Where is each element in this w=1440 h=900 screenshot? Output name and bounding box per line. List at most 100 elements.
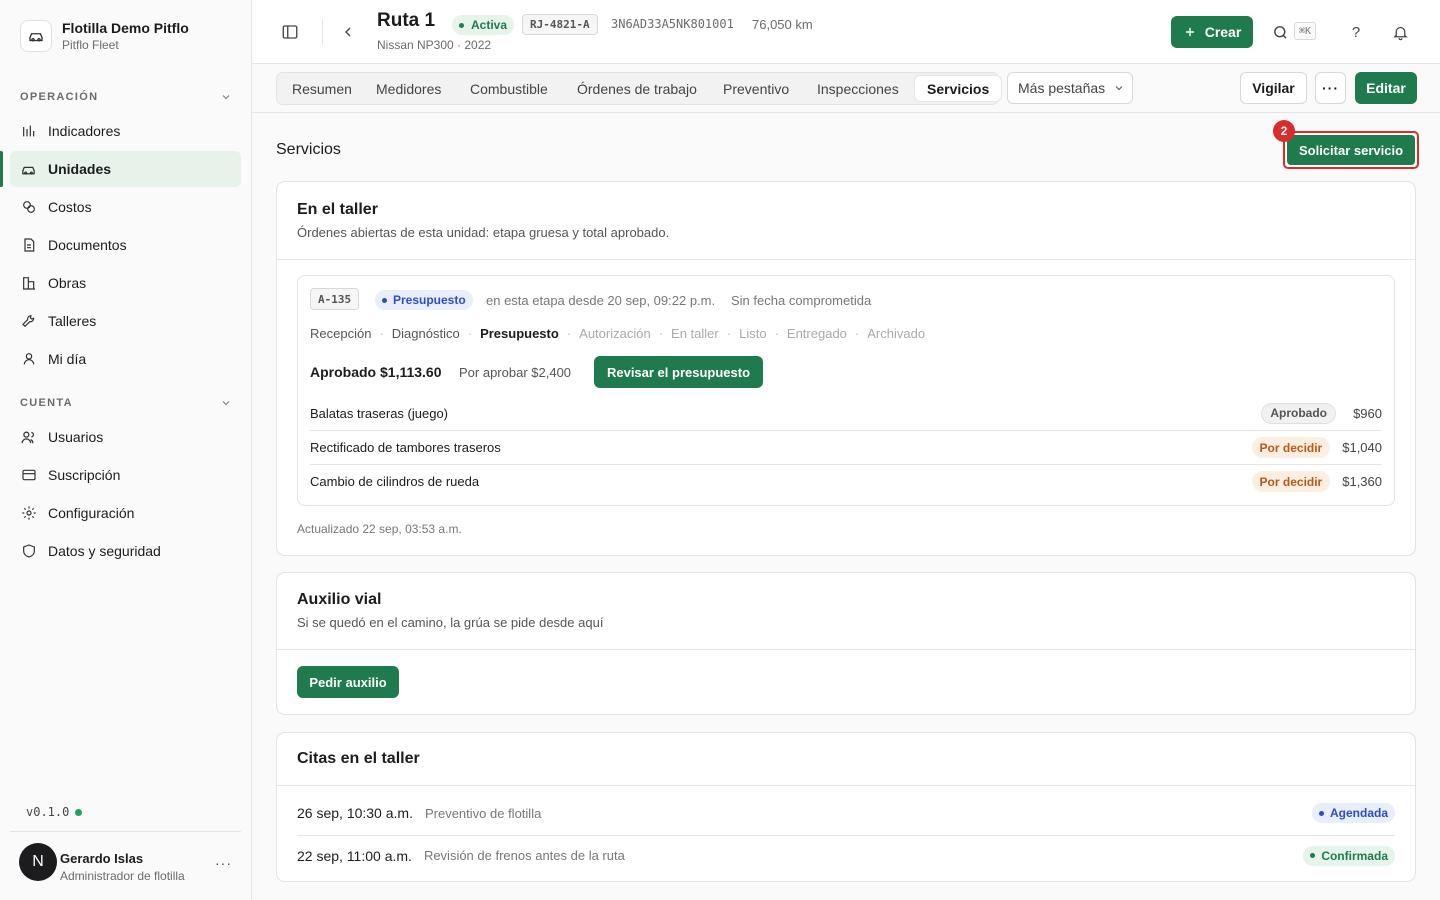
car-icon	[20, 161, 37, 178]
stage-step: Diagnóstico	[391, 326, 460, 341]
user-name: Gerardo Islas	[60, 851, 144, 866]
org-sub: Pitflo Fleet	[62, 38, 119, 52]
search-shortcut: ⌘K	[1294, 22, 1317, 40]
request-service-button[interactable]: Solicitar servicio	[1287, 135, 1415, 165]
watch-button[interactable]: Vigilar	[1240, 72, 1307, 104]
divider	[277, 259, 1415, 260]
org-switcher[interactable]: Flotilla Demo Pitflo Pitflo Fleet	[20, 19, 189, 53]
section-operation-label: OPERACIÓN	[20, 91, 99, 103]
help-icon[interactable]: ?	[1346, 21, 1366, 43]
edit-button[interactable]: Editar	[1355, 72, 1417, 104]
sidebar-item-unidades[interactable]: Unidades	[10, 151, 241, 187]
header: Ruta 1 Activa RJ-4821-A 3N6AD33A5NK80100…	[252, 0, 1440, 64]
stage-step: Entregado	[786, 326, 847, 341]
more-tabs-dropdown[interactable]: Más pestañas	[1007, 72, 1133, 104]
tab-inspecciones[interactable]: Inspecciones	[805, 76, 911, 101]
chevron-down-icon	[222, 401, 230, 406]
sidebar-item-indicadores[interactable]: Indicadores	[10, 113, 241, 149]
avatar: N	[19, 843, 57, 881]
tab-medidores[interactable]: Medidores	[364, 76, 453, 101]
shield-icon	[20, 543, 37, 560]
sidebar-item-label: Obras	[48, 275, 87, 291]
roadside-card: Auxilio vial Si se quedó en el camino, l…	[276, 572, 1416, 715]
tab-combustible[interactable]: Combustible	[458, 76, 560, 101]
chevron-down-icon	[1115, 86, 1123, 91]
appointment-date: 22 sep, 11:00 a.m.	[297, 847, 412, 864]
appointment-description: Preventivo de flotilla	[424, 805, 542, 821]
approved-total: Aprobado $1,113.60	[310, 364, 442, 380]
budget-line: Balatas traseras (juego) Aprobado $960	[310, 396, 1382, 430]
sidebar-item-label: Costos	[48, 199, 92, 215]
sidebar-item-talleres[interactable]: Talleres	[10, 303, 241, 339]
step-separator: ·	[854, 326, 860, 341]
sidebar-item-obras[interactable]: Obras	[10, 265, 241, 301]
sidebar-item-costos[interactable]: Costos	[10, 189, 241, 225]
appointment-row[interactable]: 22 sep, 11:00 a.m. Revisión de frenos ant…	[297, 835, 1395, 875]
section-operation[interactable]: OPERACIÓN	[20, 91, 232, 103]
back-icon[interactable]	[336, 20, 360, 44]
sidebar-item-label: Configuración	[48, 505, 135, 521]
tab-servicios[interactable]: Servicios	[915, 76, 1002, 101]
sidebar-item-suscripción[interactable]: Suscripción	[10, 457, 241, 493]
stage-step: Recepción	[310, 326, 372, 341]
line-name: Rectificado de tambores traseros	[310, 440, 501, 455]
roadside-title: Auxilio vial	[297, 591, 382, 608]
line-status-badge: Por decidir	[1251, 437, 1331, 458]
users-icon	[20, 429, 37, 446]
car-logo-icon	[20, 20, 52, 52]
appointment-status-badge: Agendada	[1311, 803, 1395, 823]
create-button[interactable]: Crear	[1171, 16, 1253, 48]
sidebar-item-mi-día[interactable]: Mi día	[10, 341, 241, 377]
sidebar-item-label: Datos y seguridad	[48, 543, 161, 559]
divider	[277, 649, 1415, 650]
sidebar-item-datos-y-seguridad[interactable]: Datos y seguridad	[10, 533, 241, 569]
appointment-status-label: Agendada	[1329, 806, 1388, 820]
search-icon[interactable]	[1270, 22, 1290, 42]
order-code: A-135	[310, 288, 360, 310]
tab-órdenes-de-trabajo[interactable]: Órdenes de trabajo	[565, 76, 709, 101]
roadside-button[interactable]: Pedir auxilio	[297, 666, 399, 698]
budget-line: Cambio de cilindros de rueda Por decidir $…	[310, 464, 1382, 498]
work-order[interactable]: A-135 Presupuesto en esta etapa desde 20…	[297, 275, 1395, 506]
more-actions-icon[interactable]: ···	[1315, 72, 1346, 104]
step-separator: ·	[566, 326, 572, 341]
sidebar-item-documentos[interactable]: Documentos	[10, 227, 241, 263]
sidebar-toggle-icon[interactable]	[278, 20, 302, 44]
sidebar-item-label: Talleres	[48, 313, 97, 329]
sidebar-item-label: Mi día	[48, 351, 87, 367]
appointment-row[interactable]: 26 sep, 10:30 a.m. Preventivo de flotilla…	[297, 793, 1395, 833]
line-status-badge: Por decidir	[1251, 471, 1331, 492]
more-icon[interactable]: ···	[215, 855, 232, 871]
workshop-description: Órdenes abiertas de esta unidad: etapa g…	[297, 225, 670, 240]
stage-step: Presupuesto	[480, 326, 559, 341]
section-account[interactable]: CUENTA	[20, 397, 232, 409]
step-marker: 2	[1273, 120, 1295, 142]
version: v0.1.0	[26, 805, 83, 819]
appointment-status-badge: Confirmada	[1303, 845, 1395, 866]
step-separator: ·	[774, 326, 779, 341]
wrench-icon	[20, 313, 37, 330]
sidebar-item-configuración[interactable]: Configuración	[10, 495, 241, 531]
tab-resumen[interactable]: Resumen	[280, 76, 364, 101]
step-separator: ·	[379, 326, 384, 341]
status-dot	[459, 22, 464, 28]
vehicle-subtitle: Nissan NP300 · 2022	[377, 38, 492, 52]
status-dot	[1310, 853, 1316, 858]
status-dot	[1318, 810, 1324, 816]
roadside-description: Si se quedó en el camino, la grúa se pid…	[297, 615, 604, 630]
user-menu[interactable]: N Gerardo Islas Administrador de flotill…	[10, 831, 241, 900]
line-name: Cambio de cilindros de rueda	[310, 474, 480, 489]
buildings-icon	[20, 275, 37, 292]
sidebar-item-usuarios[interactable]: Usuarios	[10, 419, 241, 455]
active-indicator	[0, 151, 3, 187]
stage-step: Archivado	[867, 326, 926, 341]
tab-preventivo[interactable]: Preventivo	[711, 76, 801, 101]
divider	[322, 19, 323, 45]
coins-icon	[20, 199, 37, 216]
status-dot	[75, 808, 83, 816]
bell-icon[interactable]	[1390, 21, 1410, 43]
review-budget-button[interactable]: Revisar el presupuesto	[594, 356, 763, 388]
tabs: Resumen Medidores Combustible Órdenes de tr…	[276, 72, 1002, 105]
section-title: Servicios	[276, 141, 341, 158]
section-account-label: CUENTA	[20, 397, 73, 409]
